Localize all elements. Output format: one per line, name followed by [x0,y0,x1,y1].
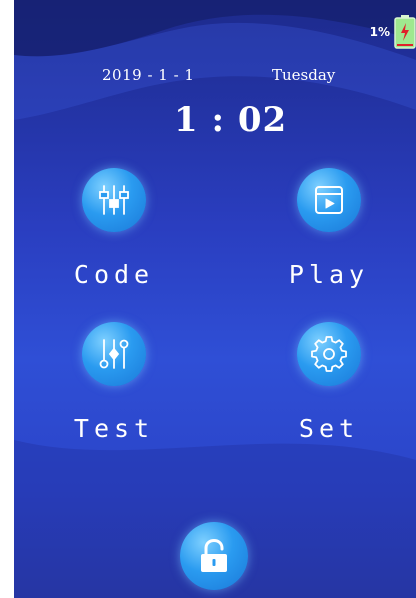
code-label: Code [73,260,155,289]
equalizer-icon [99,185,129,215]
set-icon-circle[interactable] [297,322,361,386]
sliders-icon [99,339,129,369]
date-row: 2019 - 1 - 1 Tuesday [14,66,416,86]
test-button[interactable]: Test [49,322,179,472]
unlock-button[interactable] [180,522,248,590]
status-bar: 1% [370,12,416,52]
battery-percent: 1% [369,25,390,39]
play-icon-circle[interactable] [297,168,361,232]
set-label: Set [298,414,360,443]
play-button[interactable]: Play [264,168,394,318]
gear-icon [311,336,347,372]
code-icon-circle[interactable] [82,168,146,232]
weekday-text: Tuesday [272,66,336,84]
play-label: Play [288,260,370,289]
battery-charging-icon [394,15,416,49]
code-button[interactable]: Code [49,168,179,318]
test-icon-circle[interactable] [82,322,146,386]
set-button[interactable]: Set [264,322,394,472]
device-screen: 1% 2019 - 1 - 1 Tuesday 1 : 02 Code Play… [14,0,416,598]
test-label: Test [73,414,155,443]
clock-time: 1 : 02 [174,100,288,140]
date-text: 2019 - 1 - 1 [102,66,195,84]
play-window-icon [315,186,343,214]
unlock-icon [201,538,227,572]
